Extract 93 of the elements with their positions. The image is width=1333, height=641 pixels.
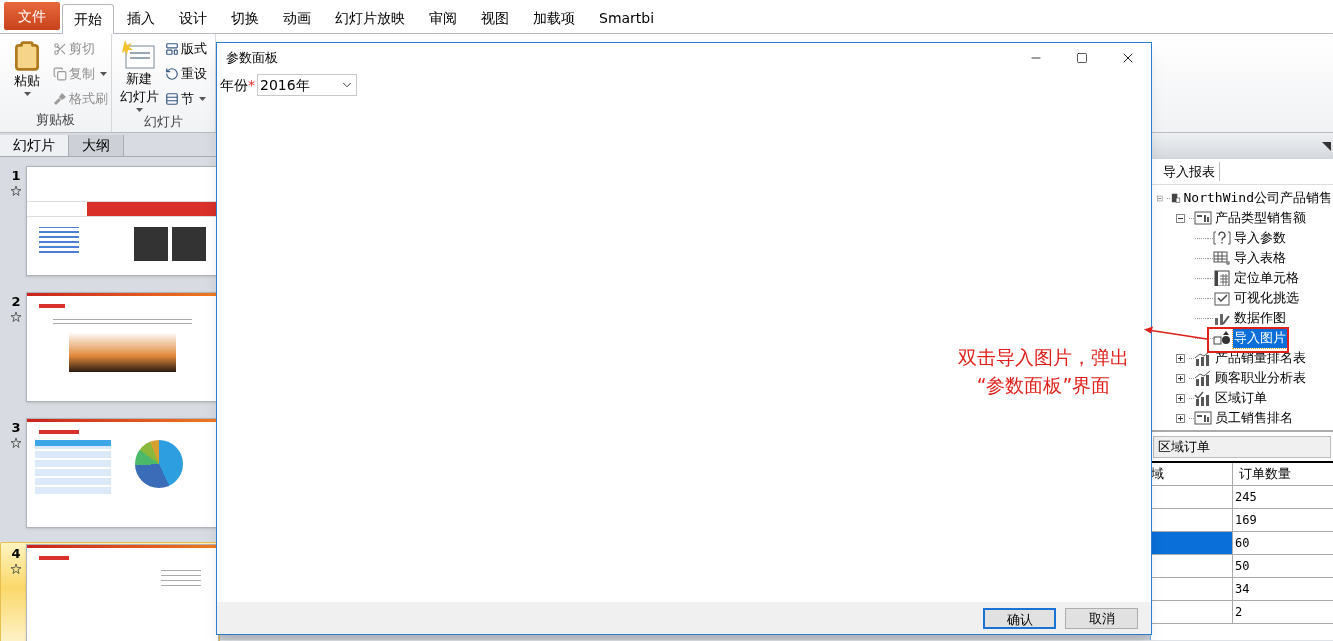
- sheet-icon: [1194, 210, 1212, 226]
- checklist-icon: [1213, 290, 1231, 306]
- slide-number: 3: [11, 419, 21, 437]
- table-cell-text: 2: [1234, 604, 1244, 621]
- slide-item[interactable]: 2: [0, 290, 220, 404]
- table-title: 区域订单: [1153, 436, 1331, 458]
- ribbon-button[interactable]: 版式: [165, 38, 207, 60]
- slide-thumbnail[interactable]: [26, 418, 219, 528]
- field-label: 年份: [220, 75, 248, 95]
- tree-item[interactable]: 员工销售排名: [1214, 408, 1294, 428]
- slide-item[interactable]: 1: [0, 164, 220, 278]
- tree-item[interactable]: 导入表格: [1233, 248, 1287, 268]
- table-cell-text: 34: [1234, 581, 1251, 598]
- caret-icon: [100, 72, 107, 76]
- bar-chart-icon: [1194, 350, 1212, 366]
- star-icon: [11, 437, 21, 448]
- copy-icon: [53, 67, 67, 81]
- group-label: 剪贴板: [35, 111, 76, 129]
- star-icon: [11, 311, 21, 322]
- ribbon-large-button[interactable]: 新建 幻灯片: [115, 38, 163, 112]
- section-icon: [165, 92, 179, 106]
- maximize-icon: [1076, 52, 1088, 64]
- slide-number: 4: [11, 545, 21, 563]
- tree-item[interactable]: 数据作图: [1233, 308, 1287, 328]
- expand-toggle[interactable]: [1176, 413, 1185, 423]
- arrow: [1144, 325, 1208, 341]
- tree-item[interactable]: 导入参数: [1233, 228, 1287, 248]
- question-icon: [1213, 230, 1231, 246]
- tree-item[interactable]: 产品类型销售额: [1214, 208, 1307, 228]
- annotation-text: 双击导入图片，弹出 “参数面板”界面: [958, 345, 1129, 398]
- column-header: 订单数量: [1238, 465, 1292, 483]
- layout-icon: [165, 42, 179, 56]
- slide-item[interactable]: 3: [0, 416, 220, 530]
- tree-item[interactable]: NorthWind公司产品销售: [1182, 188, 1333, 208]
- ribbon-tab[interactable]: 开始: [62, 4, 114, 34]
- ribbon-button[interactable]: 重设: [165, 63, 207, 85]
- tree-item[interactable]: 可视化挑选: [1233, 288, 1300, 308]
- ribbon-tab[interactable]: 视图: [470, 3, 520, 33]
- caret-icon: [199, 97, 206, 101]
- slide-number: 2: [11, 293, 21, 311]
- ribbon-button[interactable]: 节: [165, 88, 207, 110]
- table-cell-text: 60: [1234, 535, 1251, 552]
- group-label: 幻灯片: [143, 113, 184, 131]
- sheet-icon: [1194, 410, 1212, 426]
- ribbon-tab[interactable]: 幻灯片放映: [324, 3, 416, 33]
- ribbon-tab[interactable]: 加载项: [522, 3, 586, 33]
- dialog-button[interactable]: 取消: [1065, 607, 1138, 629]
- table-icon: [1213, 250, 1231, 266]
- dialog-title: 参数面板: [225, 49, 278, 68]
- required-mark: *: [248, 75, 255, 95]
- tree-item[interactable]: 定位单元格: [1233, 268, 1300, 288]
- tree-item[interactable]: 导入图片: [1233, 328, 1287, 348]
- bar-chart-icon: [1194, 390, 1212, 406]
- dialog-button[interactable]: 确认: [983, 607, 1056, 629]
- ribbon-tab[interactable]: 切换: [220, 3, 270, 33]
- tree-item[interactable]: 区域订单: [1214, 388, 1268, 408]
- shapes-icon: [1213, 330, 1231, 346]
- year-select[interactable]: 2016年: [257, 74, 357, 96]
- table-cell[interactable]: [1151, 532, 1233, 554]
- file-tab[interactable]: 文件: [4, 2, 60, 30]
- expand-toggle[interactable]: [1176, 393, 1185, 403]
- calculator-icon: [1213, 270, 1231, 286]
- ribbon-tab[interactable]: 设计: [168, 3, 218, 33]
- scissors-icon: [53, 42, 67, 56]
- slide-item[interactable]: 4: [0, 542, 220, 641]
- tree-item[interactable]: 顾客职业分析表: [1214, 368, 1307, 388]
- ribbon-tab[interactable]: 审阅: [418, 3, 468, 33]
- ribbon-large-button[interactable]: 粘贴: [3, 38, 51, 110]
- slide-number: 1: [11, 167, 21, 185]
- pane-tab[interactable]: 幻灯片: [0, 135, 69, 156]
- caret-icon: [23, 92, 31, 96]
- pane-tab[interactable]: 大纲: [69, 135, 124, 156]
- table-cell-text: 169: [1234, 512, 1258, 529]
- bar-chart-icon: [1194, 370, 1212, 386]
- star-icon: [11, 563, 21, 574]
- star-icon: [11, 185, 21, 196]
- caret-icon: [135, 108, 143, 112]
- table-cell-text: 245: [1234, 489, 1258, 506]
- new-slide-icon: [122, 40, 156, 70]
- collapse-toggle[interactable]: [1176, 213, 1185, 223]
- expand-toggle[interactable]: [1176, 353, 1185, 363]
- dropdown-triangle-icon[interactable]: [1322, 141, 1331, 151]
- ribbon-tab[interactable]: 动画: [272, 3, 322, 33]
- import-report-button[interactable]: 导入报表: [1159, 161, 1220, 182]
- reset-icon: [165, 67, 179, 81]
- paintbrush-icon: [53, 92, 67, 106]
- collapse-toggle[interactable]: [1157, 193, 1163, 203]
- ribbon-tab[interactable]: Smartbi: [588, 3, 666, 33]
- table-cell-text: 50: [1234, 558, 1251, 575]
- slide-thumbnail[interactable]: [26, 166, 219, 276]
- expand-toggle[interactable]: [1176, 373, 1185, 383]
- ribbon-tab[interactable]: 插入: [116, 3, 166, 33]
- slide-thumbnail[interactable]: [26, 292, 219, 402]
